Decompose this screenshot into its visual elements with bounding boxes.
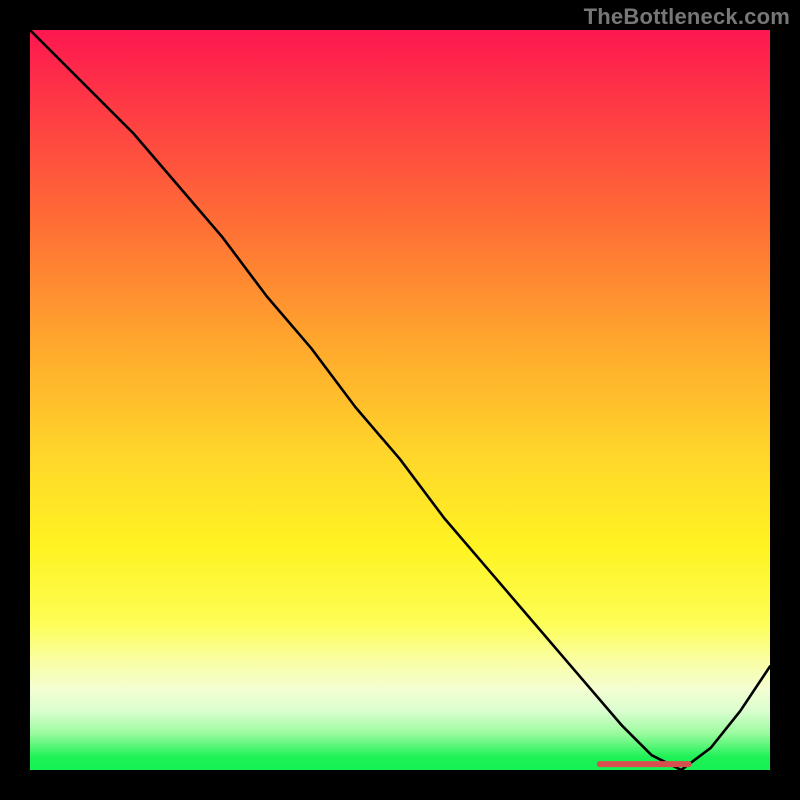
chart-overlay — [30, 30, 770, 770]
chart-wrapper: TheBottleneck.com — [0, 0, 800, 800]
bottleneck-curve — [30, 30, 770, 770]
plot-area — [30, 30, 770, 770]
watermark-text: TheBottleneck.com — [584, 4, 790, 30]
